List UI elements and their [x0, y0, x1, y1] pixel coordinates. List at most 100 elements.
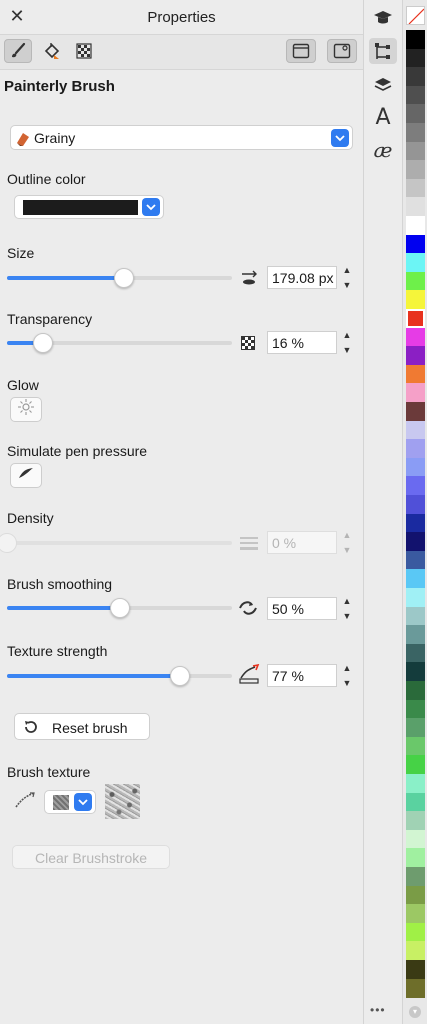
- transparency-stepper[interactable]: ▲ ▼: [340, 331, 354, 355]
- stepper-up-icon[interactable]: ▲: [343, 266, 352, 275]
- transparency-slider-thumb[interactable]: [33, 333, 53, 353]
- color-swatch[interactable]: [406, 885, 425, 905]
- color-swatch[interactable]: [406, 141, 425, 161]
- color-swatch[interactable]: [406, 792, 425, 812]
- stepper-down-icon[interactable]: ▼: [343, 612, 352, 621]
- color-swatch[interactable]: [406, 941, 425, 961]
- color-swatch[interactable]: [406, 457, 425, 477]
- color-swatch[interactable]: [406, 160, 425, 180]
- reset-brush-button[interactable]: Reset brush: [14, 713, 150, 740]
- color-swatch[interactable]: [406, 662, 425, 682]
- color-swatch[interactable]: [406, 922, 425, 942]
- color-swatch[interactable]: [406, 346, 425, 366]
- color-swatch[interactable]: [406, 960, 425, 979]
- color-swatch[interactable]: [406, 569, 425, 589]
- text-icon[interactable]: A: [369, 104, 397, 130]
- more-icon[interactable]: •••: [370, 1003, 386, 1017]
- texture-strength-input[interactable]: 77 %: [267, 664, 337, 687]
- texture-strength-slider-thumb[interactable]: [170, 666, 191, 686]
- color-swatch[interactable]: [406, 67, 425, 87]
- color-swatch[interactable]: [406, 216, 425, 235]
- size-slider-thumb[interactable]: [114, 268, 134, 288]
- brush-preset-dropdown[interactable]: Grainy: [10, 125, 353, 150]
- color-swatch[interactable]: [406, 178, 425, 198]
- color-swatch[interactable]: [406, 550, 425, 570]
- stepper-down-icon[interactable]: ▼: [343, 346, 352, 355]
- color-swatch[interactable]: [406, 123, 425, 142]
- panel-options-icon[interactable]: [327, 39, 357, 63]
- learn-hat-icon[interactable]: [369, 5, 397, 31]
- color-swatch[interactable]: [406, 383, 425, 403]
- brush-smoothing-stepper[interactable]: ▲ ▼: [340, 597, 354, 621]
- brush-texture-dropdown[interactable]: [44, 790, 96, 814]
- brush-smoothing-input[interactable]: 50 %: [267, 597, 337, 620]
- window-layout-icon[interactable]: [286, 39, 316, 63]
- properties-icon[interactable]: [369, 38, 397, 64]
- stepper-down-icon[interactable]: ▼: [343, 679, 352, 688]
- stepper-down-icon[interactable]: ▼: [343, 281, 352, 290]
- color-swatch[interactable]: [406, 606, 425, 626]
- color-swatch[interactable]: [406, 495, 425, 514]
- color-swatch[interactable]: [406, 829, 425, 849]
- color-swatch[interactable]: [406, 718, 425, 738]
- color-swatch[interactable]: [406, 681, 425, 700]
- size-stepper[interactable]: ▲ ▼: [340, 266, 354, 290]
- stepper-up-icon[interactable]: ▲: [343, 331, 352, 340]
- color-swatch[interactable]: [406, 309, 425, 328]
- density-slider[interactable]: [0, 533, 232, 553]
- stepper-down-icon[interactable]: ▼: [343, 546, 352, 555]
- color-swatch[interactable]: [406, 848, 425, 868]
- outline-color-picker[interactable]: [14, 195, 164, 219]
- color-swatch[interactable]: [406, 439, 425, 459]
- color-swatch[interactable]: [406, 625, 425, 645]
- texture-strength-slider[interactable]: [7, 666, 232, 686]
- transparency-input[interactable]: 16 %: [267, 331, 337, 354]
- color-swatch[interactable]: [406, 811, 425, 831]
- color-swatch[interactable]: [406, 588, 425, 607]
- color-swatch[interactable]: [406, 234, 425, 254]
- color-swatch[interactable]: [406, 402, 425, 421]
- transparency-tab-icon[interactable]: [70, 39, 98, 63]
- color-swatch[interactable]: [406, 253, 425, 273]
- size-input[interactable]: 179.08 px: [267, 266, 337, 289]
- color-swatch[interactable]: [406, 476, 425, 496]
- clear-brushstroke-button[interactable]: Clear Brushstroke: [12, 845, 170, 869]
- color-swatch[interactable]: [406, 699, 425, 719]
- pen-pressure-button[interactable]: [10, 463, 42, 488]
- stepper-up-icon[interactable]: ▲: [343, 664, 352, 673]
- color-swatch[interactable]: [406, 904, 425, 924]
- size-slider[interactable]: [7, 268, 232, 288]
- color-swatch[interactable]: [406, 643, 425, 663]
- fill-tab-icon[interactable]: [38, 39, 66, 63]
- color-swatch[interactable]: [406, 774, 425, 793]
- color-swatch[interactable]: [406, 85, 425, 105]
- color-swatch[interactable]: [406, 48, 425, 68]
- color-swatch[interactable]: [406, 271, 425, 291]
- stepper-up-icon[interactable]: ▲: [343, 597, 352, 606]
- color-swatch[interactable]: [406, 532, 425, 552]
- color-swatch[interactable]: [406, 513, 425, 533]
- layers-icon[interactable]: [369, 72, 397, 98]
- color-swatch[interactable]: [406, 290, 425, 310]
- density-slider-thumb[interactable]: [0, 533, 17, 553]
- color-swatch[interactable]: [406, 978, 425, 998]
- color-swatch[interactable]: [406, 30, 425, 49]
- color-swatch[interactable]: [406, 364, 425, 384]
- glyphs-icon[interactable]: æ: [369, 137, 397, 163]
- brush-tab-icon[interactable]: [4, 39, 32, 63]
- color-swatch[interactable]: [406, 736, 425, 756]
- density-stepper[interactable]: ▲ ▼: [340, 531, 354, 555]
- no-color-swatch[interactable]: [406, 6, 425, 25]
- brush-smoothing-slider-thumb[interactable]: [109, 598, 130, 618]
- palette-options-icon[interactable]: ▾: [409, 1006, 421, 1018]
- color-swatch[interactable]: [406, 197, 425, 217]
- color-swatch[interactable]: [406, 104, 425, 124]
- color-swatch[interactable]: [406, 420, 425, 440]
- density-input[interactable]: 0 %: [267, 531, 337, 554]
- texture-strength-stepper[interactable]: ▲ ▼: [340, 664, 354, 688]
- transparency-slider[interactable]: [7, 333, 232, 353]
- color-swatch[interactable]: [406, 755, 425, 775]
- glow-button[interactable]: [10, 397, 42, 422]
- color-swatch[interactable]: [406, 867, 425, 886]
- brush-smoothing-slider[interactable]: [7, 598, 232, 618]
